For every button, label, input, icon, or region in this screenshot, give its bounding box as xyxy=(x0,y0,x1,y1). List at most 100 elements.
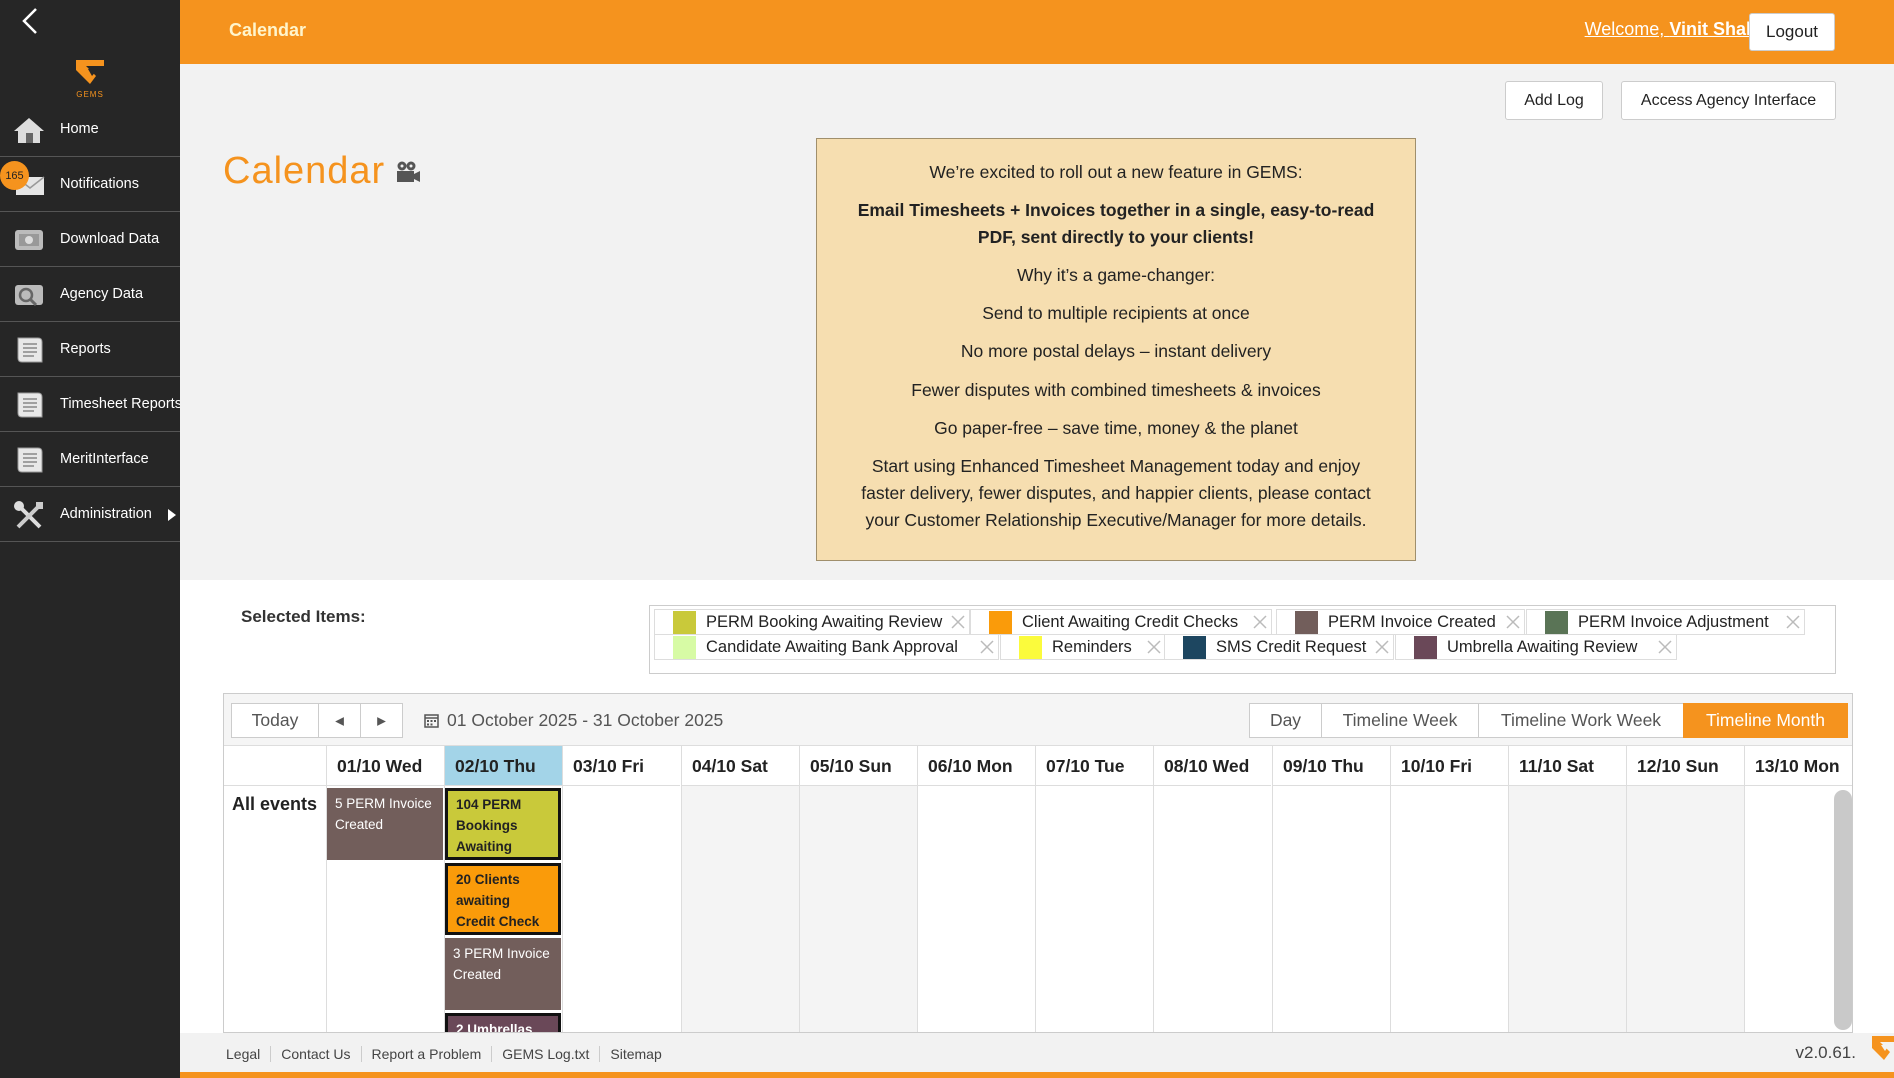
chip-label: Umbrella Awaiting Review xyxy=(1447,637,1638,656)
announcement-closing: Start using Enhanced Timesheet Managemen… xyxy=(861,456,1371,531)
welcome-user-link[interactable]: Welcome, Vinit Shah xyxy=(1585,19,1757,40)
vertical-scrollbar[interactable] xyxy=(1832,786,1852,1032)
calendar-event[interactable]: 5 PERM Invoice Created xyxy=(327,788,443,860)
day-cell[interactable] xyxy=(799,786,917,1032)
view-day-button[interactable]: Day xyxy=(1249,703,1322,738)
next-button[interactable]: ▸ xyxy=(360,703,403,738)
report-scroll-icon xyxy=(12,334,46,366)
remove-chip-icon[interactable] xyxy=(1504,613,1522,631)
remove-chip-icon[interactable] xyxy=(1656,638,1674,656)
sidebar-item-meritinterface[interactable]: MeritInterface xyxy=(0,432,180,487)
scrollbar-thumb[interactable] xyxy=(1834,790,1852,1030)
top-bar: Calendar Welcome, Vinit Shah Logout xyxy=(180,0,1894,64)
day-header: 02/10 Thu xyxy=(444,746,562,786)
sidebar-item-label: Reports xyxy=(60,341,111,357)
day-header: 08/10 Wed xyxy=(1153,746,1271,786)
back-arrow-icon[interactable] xyxy=(18,6,42,36)
footer-link-report-a-problem[interactable]: Report a Problem xyxy=(360,1046,492,1062)
selected-items-box: PERM Booking Awaiting Review Client Await… xyxy=(649,605,1836,674)
day-header: 06/10 Mon xyxy=(917,746,1035,786)
day-cell[interactable] xyxy=(1508,786,1626,1032)
day-cell[interactable] xyxy=(917,786,1035,1032)
view-timeline-week-button[interactable]: Timeline Week xyxy=(1321,703,1479,738)
day-header: 05/10 Sun xyxy=(799,746,917,786)
view-timeline-month-button[interactable]: Timeline Month xyxy=(1683,703,1848,738)
day-header: 04/10 Sat xyxy=(681,746,799,786)
chip-label: Reminders xyxy=(1052,637,1132,656)
day-header: 10/10 Fri xyxy=(1390,746,1508,786)
announcement-point: Send to multiple recipients at once xyxy=(982,303,1250,323)
gems-logo[interactable]: GEMS xyxy=(72,58,108,100)
remove-chip-icon[interactable] xyxy=(949,613,967,631)
download-data-icon xyxy=(12,224,46,256)
topbar-title: Calendar xyxy=(229,20,307,40)
video-camera-icon[interactable] xyxy=(395,160,421,184)
day-header: 07/10 Tue xyxy=(1035,746,1153,786)
version-label: v2.0.61. xyxy=(1795,1043,1857,1062)
sidebar-item-label: Administration xyxy=(60,506,152,522)
sidebar-item-notifications[interactable]: Notifications 165 xyxy=(0,157,180,212)
color-swatch xyxy=(1414,635,1437,659)
day-header: 12/10 Sun xyxy=(1626,746,1744,786)
calendar-event[interactable]: 20 Clients awaiting Credit Check xyxy=(445,863,561,935)
calendar-event[interactable]: 3 PERM Invoice Created xyxy=(445,938,561,1010)
calendar-scheduler: Today ◂ ▸ 01 October 2025 - 31 October 2… xyxy=(223,693,1853,1033)
sidebar-item-agency-data[interactable]: Agency Data xyxy=(0,267,180,322)
date-range-text: 01 October 2025 - 31 October 2025 xyxy=(447,710,724,730)
sidebar-nav: Home Notifications 165 Download Data Agency … xyxy=(0,102,182,542)
remove-chip-icon[interactable] xyxy=(1784,613,1802,631)
selected-item-chip: PERM Invoice Created xyxy=(1276,609,1525,635)
logout-button[interactable]: Logout xyxy=(1749,13,1835,51)
chip-label: PERM Invoice Created xyxy=(1328,612,1496,631)
remove-chip-icon[interactable] xyxy=(1145,638,1163,656)
selected-item-chip: Candidate Awaiting Bank Approval xyxy=(654,634,999,660)
sidebar-item-label: Agency Data xyxy=(60,286,144,302)
day-cell[interactable] xyxy=(562,786,680,1032)
sidebar-item-download-data[interactable]: Download Data xyxy=(0,212,180,267)
day-cell[interactable] xyxy=(1153,786,1271,1032)
color-swatch xyxy=(1545,610,1568,634)
day-cell[interactable] xyxy=(681,786,799,1032)
sidebar-item-label: Download Data xyxy=(60,231,160,247)
day-cell[interactable] xyxy=(1390,786,1508,1032)
view-timeline-work-week-button[interactable]: Timeline Work Week xyxy=(1478,703,1684,738)
scheduler-toolbar: Today ◂ ▸ 01 October 2025 - 31 October 2… xyxy=(224,694,1852,746)
remove-chip-icon[interactable] xyxy=(1373,638,1391,656)
day-cell[interactable] xyxy=(1035,786,1153,1032)
all-events-row-label: All events xyxy=(232,794,318,814)
footer-link-gems-log-txt[interactable]: GEMS Log.txt xyxy=(491,1046,599,1062)
sidebar-item-reports[interactable]: Reports xyxy=(0,322,180,377)
calendar-event[interactable]: 104 PERM Bookings Awaiting xyxy=(445,788,561,860)
day-header: 01/10 Wed xyxy=(326,746,444,786)
day-header: 03/10 Fri xyxy=(562,746,680,786)
announcement-headline: Email Timesheets + Invoices together in … xyxy=(857,200,1375,247)
welcome-prefix: Welcome, xyxy=(1584,19,1670,39)
footer-link-legal[interactable]: Legal xyxy=(226,1046,270,1062)
sidebar-item-home[interactable]: Home xyxy=(0,102,180,157)
add-log-button[interactable]: Add Log xyxy=(1505,81,1603,120)
day-cell[interactable] xyxy=(1272,786,1390,1032)
selected-item-chip: Client Awaiting Credit Checks xyxy=(970,609,1272,635)
chip-label: Candidate Awaiting Bank Approval xyxy=(706,637,958,656)
previous-button[interactable]: ◂ xyxy=(318,703,361,738)
sidebar-item-administration[interactable]: Administration xyxy=(0,487,180,542)
sidebar-item-label: Home xyxy=(60,121,99,137)
footer-link-contact-us[interactable]: Contact Us xyxy=(270,1046,360,1062)
chip-label: PERM Booking Awaiting Review xyxy=(706,612,943,631)
access-agency-interface-button[interactable]: Access Agency Interface xyxy=(1621,81,1836,120)
color-swatch xyxy=(673,610,696,634)
remove-chip-icon[interactable] xyxy=(1251,613,1269,631)
today-button[interactable]: Today xyxy=(231,703,319,738)
submenu-arrow-icon xyxy=(168,509,176,521)
calendar-event[interactable]: 2 Umbrellas xyxy=(445,1013,561,1032)
remove-chip-icon[interactable] xyxy=(978,638,996,656)
day-cell[interactable] xyxy=(1626,786,1744,1032)
footer-links: Legal Contact Us Report a Problem GEMS Log.… xyxy=(226,1046,672,1062)
user-name: Vinit Shah xyxy=(1669,19,1757,39)
footer-link-sitemap[interactable]: Sitemap xyxy=(599,1046,671,1062)
selected-item-chip: Umbrella Awaiting Review xyxy=(1395,634,1677,660)
page-title: Calendar xyxy=(223,150,386,192)
sidebar-item-timesheet-reports[interactable]: Timesheet Reports xyxy=(0,377,182,432)
selected-items-label: Selected Items: xyxy=(241,607,366,626)
date-range-picker[interactable]: 01 October 2025 - 31 October 2025 xyxy=(424,710,723,731)
